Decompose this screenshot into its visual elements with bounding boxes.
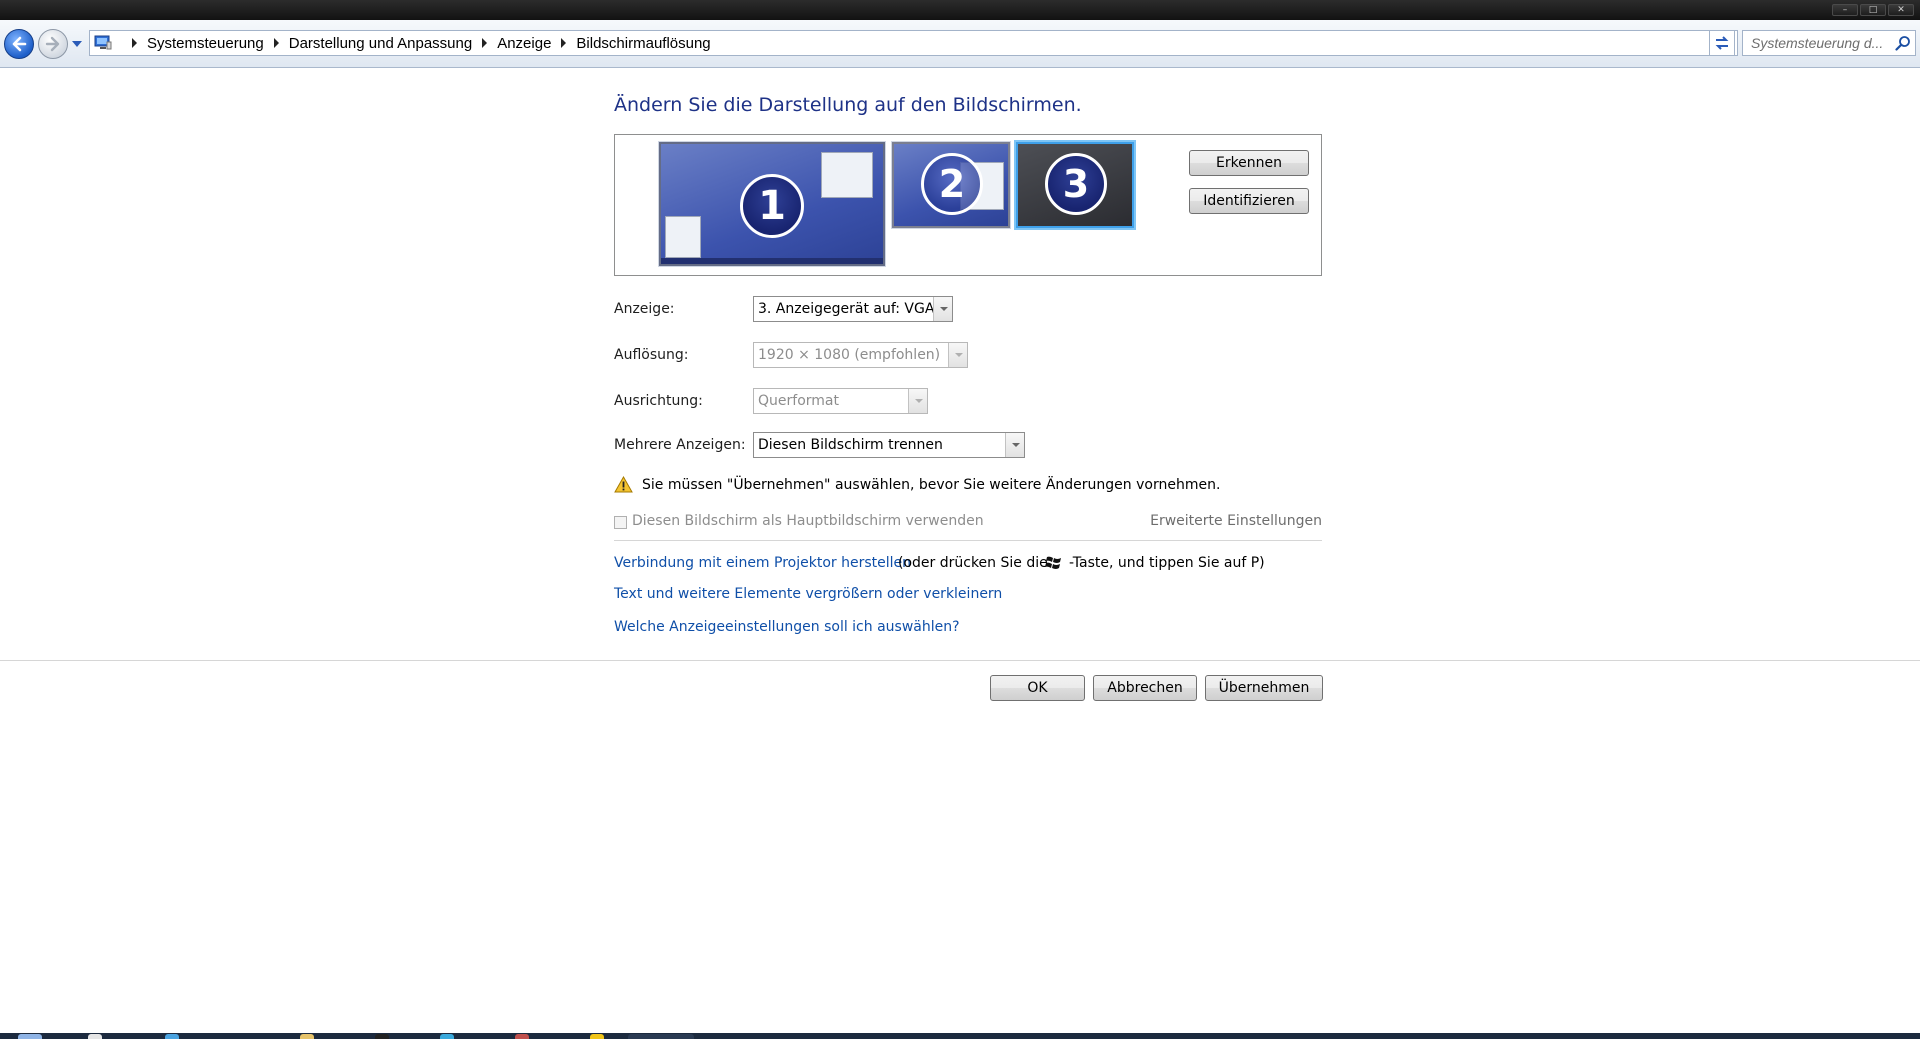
display-settings-help-link[interactable]: Welche Anzeigeeinstellungen soll ich aus… [614,619,960,635]
orientation-select-value: Querformat [758,393,839,409]
orientation-label: Ausrichtung: [614,393,703,409]
forward-button[interactable] [38,29,68,59]
resolution-select: 1920 × 1080 (empfohlen) [753,342,968,368]
multiple-displays-label: Mehrere Anzeigen: [614,437,746,453]
taskbar-app-icon[interactable] [88,1034,102,1039]
primary-display-checkbox [614,516,627,529]
monitor-1[interactable]: 1 [659,142,885,266]
search-icon[interactable] [1895,35,1911,51]
breadcrumb[interactable]: Systemsteuerung Darstellung und Anpassun… [89,30,1738,56]
chevron-down-icon[interactable] [1005,433,1024,457]
windows-logo-icon [1045,556,1061,569]
display-select[interactable]: 3. Anzeigegerät auf: VGA [753,296,953,322]
breadcrumb-separator-icon[interactable] [273,38,279,48]
breadcrumb-item-anzeige[interactable]: Anzeige [497,35,551,52]
detect-button[interactable]: Erkennen [1189,150,1309,176]
minimize-button[interactable]: – [1832,4,1858,16]
taskbar-active-window[interactable] [628,1034,694,1039]
search-input[interactable] [1743,31,1891,55]
breadcrumb-separator-icon[interactable] [561,38,567,48]
address-bar: Systemsteuerung Darstellung und Anpassun… [0,20,1920,68]
resolution-select-value: 1920 × 1080 (empfohlen) [758,347,941,363]
footer-divider [0,660,1920,661]
start-button[interactable] [18,1034,42,1039]
close-button[interactable]: ✕ [1888,4,1914,16]
breadcrumb-item-darstellung[interactable]: Darstellung und Anpassung [289,35,472,52]
display-select-value: 3. Anzeigegerät auf: VGA [758,301,935,317]
recent-pages-icon[interactable] [71,40,83,48]
search-box [1742,30,1916,56]
identify-button[interactable]: Identifizieren [1189,188,1309,214]
monitor-number-badge: 1 [740,174,804,238]
monitor-1-taskbar [661,258,883,264]
warning-icon [614,476,633,493]
monitor-1-window-preview [821,152,873,198]
back-button[interactable] [4,29,34,59]
page-title: Ändern Sie die Darstellung auf den Bilds… [614,94,1082,116]
projector-link[interactable]: Verbindung mit einem Projektor herstelle… [614,555,911,571]
multiple-displays-select[interactable]: Diesen Bildschirm trennen [753,432,1025,458]
refresh-icon[interactable] [1709,30,1735,56]
taskbar-app-icon[interactable] [590,1034,604,1039]
cancel-button[interactable]: Abbrechen [1093,675,1197,701]
breadcrumb-item-bildschirmaufloesung[interactable]: Bildschirmauflösung [576,35,710,52]
back-icon [12,36,27,52]
projector-hint-prefix: (oder drücken Sie die [898,555,1048,571]
primary-display-checkbox-label: Diesen Bildschirm als Hauptbildschirm ve… [632,513,984,529]
maximize-button[interactable]: □ [1860,4,1886,16]
display-label: Anzeige: [614,301,675,317]
taskbar-app-icon[interactable] [515,1034,529,1039]
breadcrumb-path: Systemsteuerung Darstellung und Anpassun… [122,31,711,55]
breadcrumb-separator-icon[interactable] [132,38,137,48]
chevron-down-icon[interactable] [933,297,952,321]
monitor-1-window-preview [665,216,701,258]
orientation-select: Querformat [753,388,928,414]
advanced-settings-link[interactable]: Erweiterte Einstellungen [1150,513,1322,529]
forward-icon [45,36,60,52]
taskbar-app-icon[interactable] [165,1034,179,1039]
monitor-number-badge: 3 [1045,153,1107,215]
chevron-down-icon [908,389,927,413]
multiple-displays-select-value: Diesen Bildschirm trennen [758,437,943,453]
projector-hint-suffix: -Taste, und tippen Sie auf P) [1069,555,1265,571]
apply-warning-text: Sie müssen "Übernehmen" auswählen, bevor… [642,477,1221,493]
monitor-arrangement-panel: 1 2 3 Erkennen Identifizieren [614,134,1322,276]
resolution-label: Auflösung: [614,347,689,363]
taskbar-app-icon[interactable] [300,1034,314,1039]
breadcrumb-separator-icon[interactable] [482,38,488,48]
divider [614,540,1322,541]
taskbar-app-icon[interactable] [375,1034,389,1039]
breadcrumb-item-systemsteuerung[interactable]: Systemsteuerung [147,35,264,52]
window-title-bar: – □ ✕ [0,0,1920,20]
taskbar-app-icon[interactable] [440,1034,454,1039]
apply-button[interactable]: Übernehmen [1205,675,1323,701]
text-size-link[interactable]: Text und weitere Elemente vergrößern ode… [614,586,1002,602]
control-panel-icon [94,35,112,50]
monitor-2[interactable]: 2 [892,142,1010,228]
monitor-number-badge: 2 [921,153,983,215]
monitor-3-selected[interactable]: 3 [1016,142,1134,228]
taskbar [0,1033,1920,1039]
ok-button[interactable]: OK [990,675,1085,701]
chevron-down-icon [948,343,967,367]
